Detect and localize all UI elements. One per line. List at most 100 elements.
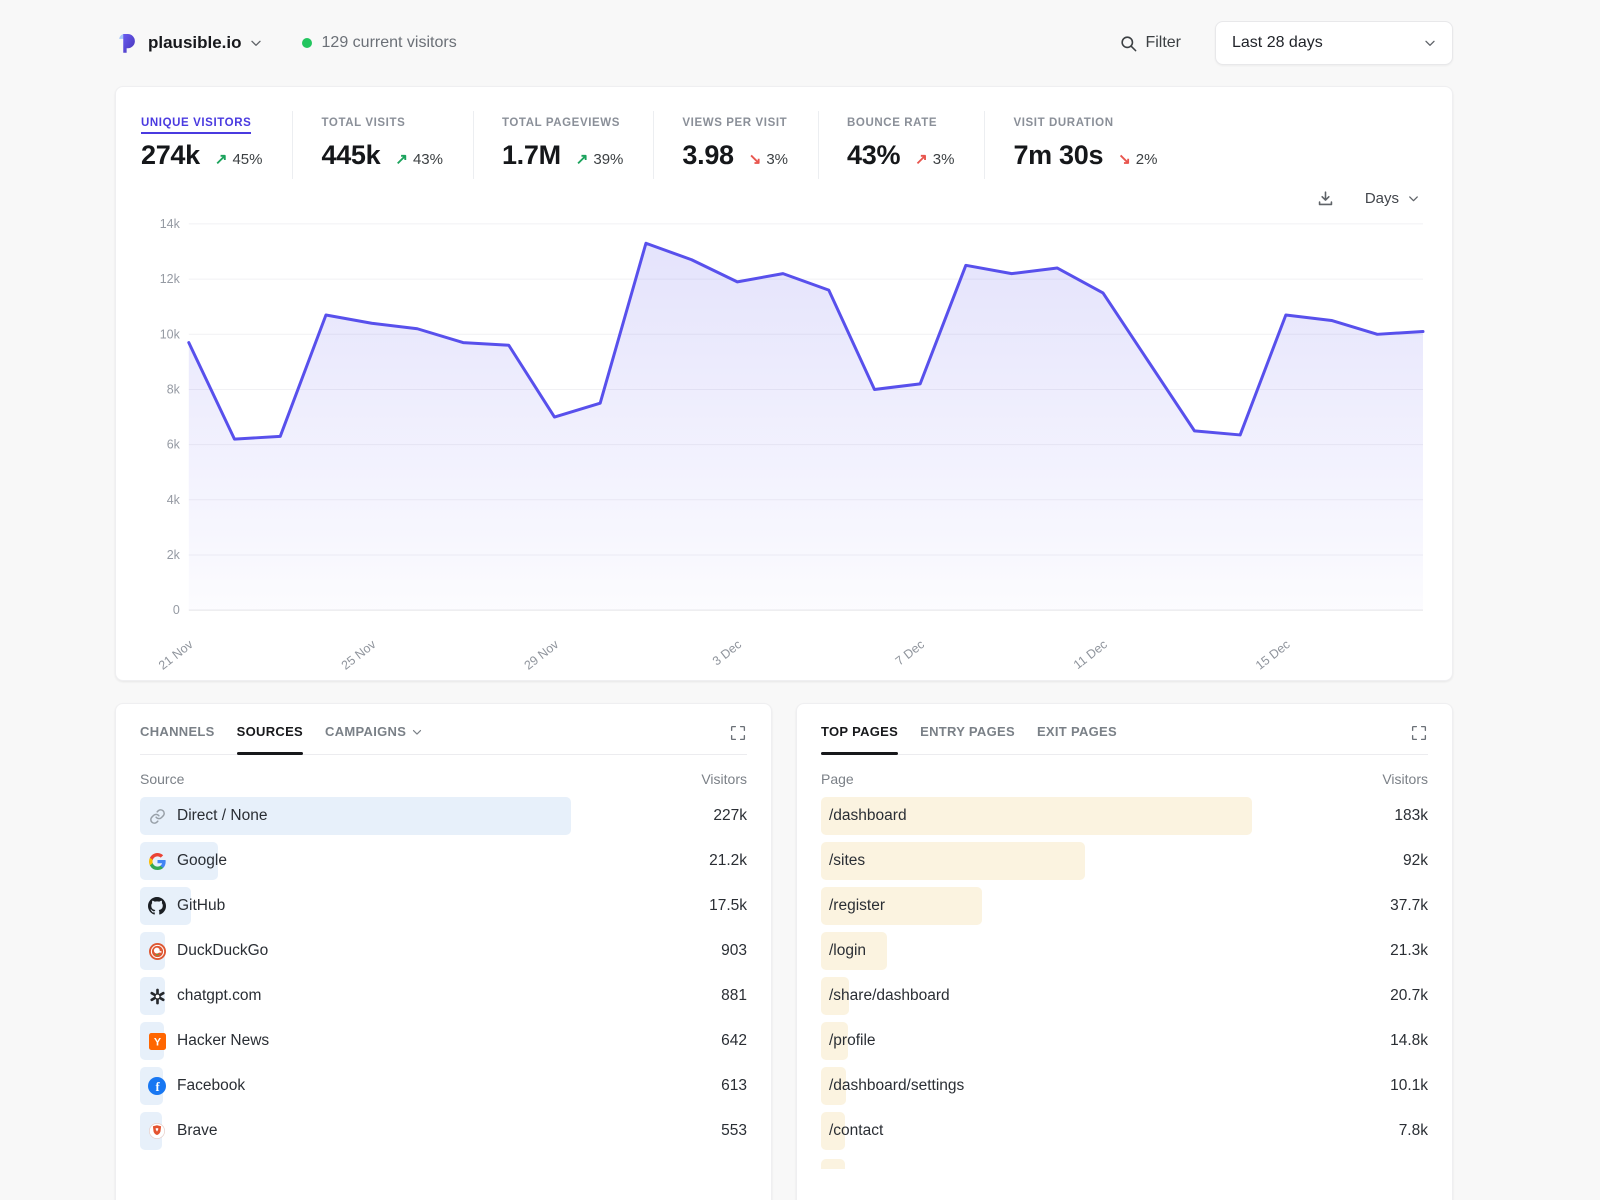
row-label: Hacker News (177, 1032, 269, 1050)
row-value: 17.5k (709, 897, 747, 915)
metric-label: UNIQUE VISITORS (141, 117, 251, 134)
google-icon (148, 852, 166, 870)
metric-value: 274k (141, 140, 200, 171)
row-label: GitHub (177, 897, 225, 915)
sources-tabs: CHANNELS SOURCES CAMPAIGNS (140, 724, 747, 755)
tab-top-pages[interactable]: TOP PAGES (821, 724, 898, 754)
filter-button[interactable]: Filter (1119, 34, 1181, 53)
row-value: 20.7k (1390, 987, 1428, 1005)
page-row-login[interactable]: /login 21.3k (821, 932, 1428, 970)
svg-text:15 Dec: 15 Dec (1253, 637, 1293, 672)
trend-up-icon: ↗ (576, 150, 589, 168)
source-row-brave[interactable]: Brave 553 (140, 1112, 747, 1150)
metric-total-visits[interactable]: TOTAL VISITS 445k ↗ 43% (292, 111, 472, 179)
row-value: 21.2k (709, 852, 747, 870)
row-label: chatgpt.com (177, 987, 261, 1005)
trend-up-icon: ↗ (915, 150, 928, 168)
expand-icon[interactable] (729, 724, 747, 754)
dashboard: plausible.io 129 current visitors Filter… (115, 0, 1453, 1200)
row-label: /profile (829, 1032, 876, 1050)
metric-value: 7m 30s (1013, 140, 1103, 171)
date-range-select[interactable]: Last 28 days (1215, 21, 1453, 65)
row-value: 881 (721, 987, 747, 1005)
trend-down-icon: ↘ (1118, 150, 1131, 168)
tab-channels[interactable]: CHANNELS (140, 724, 215, 754)
svg-text:4k: 4k (167, 493, 181, 507)
row-label: DuckDuckGo (177, 942, 268, 960)
row-value: 642 (721, 1032, 747, 1050)
facebook-icon: f (148, 1077, 166, 1095)
metric-label: BOUNCE RATE (847, 117, 937, 129)
plausible-logo-icon (115, 31, 139, 55)
pages-tabs: TOP PAGES ENTRY PAGES EXIT PAGES (821, 724, 1428, 755)
row-label: Google (177, 852, 227, 870)
page-row-profile[interactable]: /profile 14.8k (821, 1022, 1428, 1060)
sources-panel: CHANNELS SOURCES CAMPAIGNS Source Visito… (115, 703, 772, 1200)
chart-controls: Days (141, 189, 1421, 208)
interval-dropdown[interactable]: Days (1365, 190, 1421, 207)
github-icon (148, 897, 166, 915)
row-value: 10.1k (1390, 1077, 1428, 1095)
row-value: 7.8k (1399, 1122, 1428, 1140)
svg-text:11 Dec: 11 Dec (1071, 637, 1110, 672)
duckduckgo-icon (148, 942, 166, 960)
source-row-google[interactable]: Google 21.2k (140, 842, 747, 880)
metric-bounce-rate[interactable]: BOUNCE RATE 43% ↗ 3% (818, 111, 984, 179)
site-name[interactable]: plausible.io (148, 33, 242, 53)
svg-text:2k: 2k (167, 548, 181, 562)
tab-label: CAMPAIGNS (325, 724, 406, 739)
pages-panel: TOP PAGES ENTRY PAGES EXIT PAGES Page Vi… (796, 703, 1453, 1200)
metric-change: 3% (933, 151, 955, 168)
page-row-sites[interactable]: /sites 92k (821, 842, 1428, 880)
source-row-github[interactable]: GitHub 17.5k (140, 887, 747, 925)
download-icon[interactable] (1316, 189, 1335, 208)
metric-label: VISIT DURATION (1013, 117, 1113, 129)
row-value: 553 (721, 1122, 747, 1140)
tab-campaigns[interactable]: CAMPAIGNS (325, 724, 424, 754)
page-row-partial (821, 1157, 1428, 1169)
metric-value: 3.98 (682, 140, 733, 171)
brave-icon (148, 1122, 166, 1140)
tab-entry-pages[interactable]: ENTRY PAGES (920, 724, 1015, 754)
page-row-register[interactable]: /register 37.7k (821, 887, 1428, 925)
svg-text:6k: 6k (167, 438, 181, 452)
source-row-facebook[interactable]: f Facebook 613 (140, 1067, 747, 1105)
row-label: /dashboard/settings (829, 1077, 964, 1095)
metric-unique-visitors[interactable]: UNIQUE VISITORS 274k ↗ 45% (141, 111, 292, 179)
visitors-chart: 02k4k6k8k10k12k14k21 Nov25 Nov29 Nov3 De… (141, 210, 1427, 676)
row-value: 14.8k (1390, 1032, 1428, 1050)
current-visitors[interactable]: 129 current visitors (302, 34, 457, 52)
site-switcher-chevron-icon[interactable] (248, 35, 264, 51)
expand-icon[interactable] (1410, 724, 1428, 754)
svg-text:8k: 8k (167, 382, 181, 396)
svg-text:25 Nov: 25 Nov (339, 637, 379, 673)
row-label: Facebook (177, 1077, 245, 1095)
source-row-chatgpt[interactable]: chatgpt.com 881 (140, 977, 747, 1015)
svg-text:Y: Y (153, 1036, 161, 1048)
openai-icon (148, 987, 166, 1005)
source-row-direct[interactable]: Direct / None 227k (140, 797, 747, 835)
page-row-dashboard[interactable]: /dashboard 183k (821, 797, 1428, 835)
source-row-hackernews[interactable]: Y Hacker News 642 (140, 1022, 747, 1060)
trend-up-icon: ↗ (395, 150, 408, 168)
analytics-card: UNIQUE VISITORS 274k ↗ 45% TOTAL VISITS … (115, 86, 1453, 681)
metric-visit-duration[interactable]: VISIT DURATION 7m 30s ↘ 2% (984, 111, 1187, 179)
svg-text:3 Dec: 3 Dec (710, 637, 744, 668)
source-row-duckduckgo[interactable]: DuckDuckGo 903 (140, 932, 747, 970)
interval-value: Days (1365, 190, 1399, 207)
page-row-share-dashboard[interactable]: /share/dashboard 20.7k (821, 977, 1428, 1015)
tab-exit-pages[interactable]: EXIT PAGES (1037, 724, 1117, 754)
page-row-dashboard-settings[interactable]: /dashboard/settings 10.1k (821, 1067, 1428, 1105)
metric-total-pageviews[interactable]: TOTAL PAGEVIEWS 1.7M ↗ 39% (473, 111, 653, 179)
metric-value: 1.7M (502, 140, 561, 171)
row-value: 227k (713, 807, 747, 825)
svg-text:10k: 10k (160, 327, 181, 341)
page-row-contact[interactable]: /contact 7.8k (821, 1112, 1428, 1150)
row-label: /register (829, 897, 885, 915)
chevron-down-icon (1422, 35, 1438, 51)
row-label: Brave (177, 1122, 218, 1140)
metric-views-per-visit[interactable]: VIEWS PER VISIT 3.98 ↘ 3% (653, 111, 818, 179)
svg-text:12k: 12k (160, 272, 181, 286)
tab-sources[interactable]: SOURCES (237, 724, 303, 754)
top-bar: plausible.io 129 current visitors Filter… (115, 0, 1453, 86)
